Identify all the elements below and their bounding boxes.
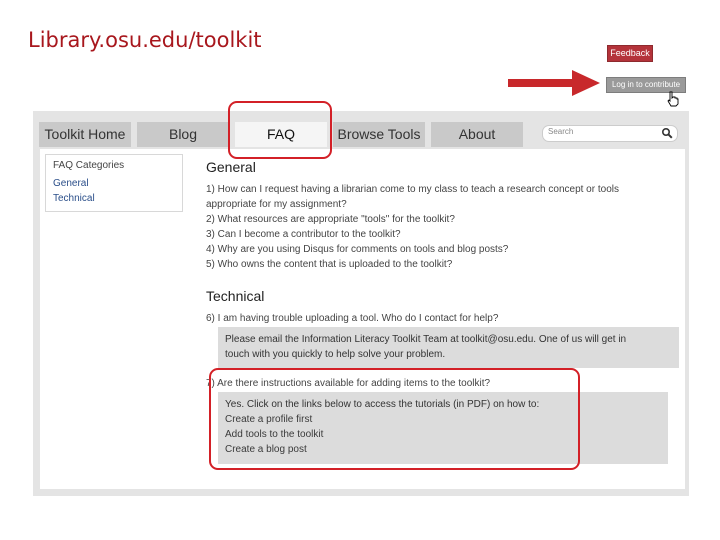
technical-heading: Technical (206, 288, 265, 304)
faq-tab-highlight (228, 101, 332, 159)
hand-cursor-icon (667, 91, 679, 107)
faq-question-link[interactable]: 5) Who owns the content that is uploaded… (206, 259, 452, 270)
tab-browse-tools[interactable]: Browse Tools (333, 122, 425, 147)
search-icon[interactable] (661, 127, 673, 139)
category-link-general[interactable]: General (53, 178, 89, 189)
faq-question-link[interactable]: appropriate for my assignment? (206, 199, 347, 210)
answer-text: Please email the Information Literacy To… (225, 334, 627, 345)
faq-categories-title: FAQ Categories (53, 160, 125, 171)
faq-question-link[interactable]: 1) How can I request having a librarian … (206, 184, 619, 195)
tutorial-highlight (209, 368, 580, 470)
faq-question-link[interactable]: 6) I am having trouble uploading a tool.… (206, 313, 498, 324)
tab-toolkit-home[interactable]: Toolkit Home (39, 122, 131, 147)
annotation-arrow-icon (508, 70, 600, 96)
faq-question-link[interactable]: 4) Why are you using Disqus for comments… (206, 244, 508, 255)
tab-about[interactable]: About (431, 122, 523, 147)
slide-title: Library.osu.edu/toolkit (28, 28, 262, 52)
answer-text: touch with you quickly to help solve you… (225, 349, 446, 360)
category-link-technical[interactable]: Technical (53, 193, 95, 204)
feedback-button[interactable]: Feedback (607, 45, 653, 62)
search-placeholder: Search (548, 127, 574, 136)
general-heading: General (206, 159, 256, 175)
tab-blog[interactable]: Blog (137, 122, 229, 147)
faq-question-link[interactable]: 3) Can I become a contributor to the too… (206, 229, 401, 240)
faq-question-link[interactable]: 2) What resources are appropriate "tools… (206, 214, 455, 225)
